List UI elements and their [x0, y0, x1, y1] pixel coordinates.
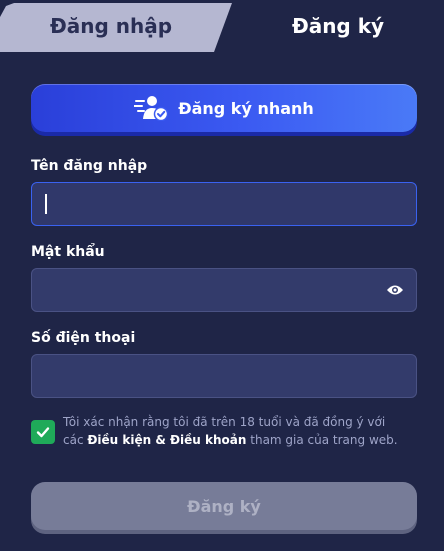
password-input[interactable]: [32, 269, 416, 311]
checkmark-icon: [36, 427, 50, 438]
username-label: Tên đăng nhập: [31, 158, 148, 174]
terms-line1: Tôi xác nhận rằng tôi đã trên 18 tuổi và…: [63, 415, 386, 429]
tab-register[interactable]: Đăng ký: [232, 3, 444, 49]
text-caret: [45, 194, 47, 214]
phone-field-wrap[interactable]: [31, 354, 417, 398]
phone-input[interactable]: [32, 355, 416, 397]
username-input[interactable]: [32, 183, 416, 225]
register-submit-button[interactable]: Đăng ký: [31, 482, 417, 530]
terms-suffix: tham gia của trang web.: [246, 433, 398, 447]
user-check-speed-icon: [134, 96, 169, 121]
auth-tabs: Đăng nhập Đăng ký: [0, 0, 444, 52]
password-field-wrap[interactable]: [31, 268, 417, 312]
quick-register-label: Đăng ký nhanh: [178, 98, 314, 118]
terms-checkbox[interactable]: [31, 420, 55, 444]
terms-link[interactable]: Điều kiện & Điều khoản: [87, 433, 246, 447]
eye-icon[interactable]: [386, 283, 404, 297]
tab-login-label[interactable]: Đăng nhập: [0, 3, 222, 49]
username-field-wrap[interactable]: [31, 182, 417, 226]
terms-text: Tôi xác nhận rằng tôi đã trên 18 tuổi và…: [63, 413, 413, 449]
phone-label: Số điện thoại: [31, 330, 136, 346]
password-label: Mật khẩu: [31, 244, 105, 260]
terms-prefix: các: [63, 433, 88, 447]
quick-register-button[interactable]: Đăng ký nhanh: [31, 84, 417, 132]
